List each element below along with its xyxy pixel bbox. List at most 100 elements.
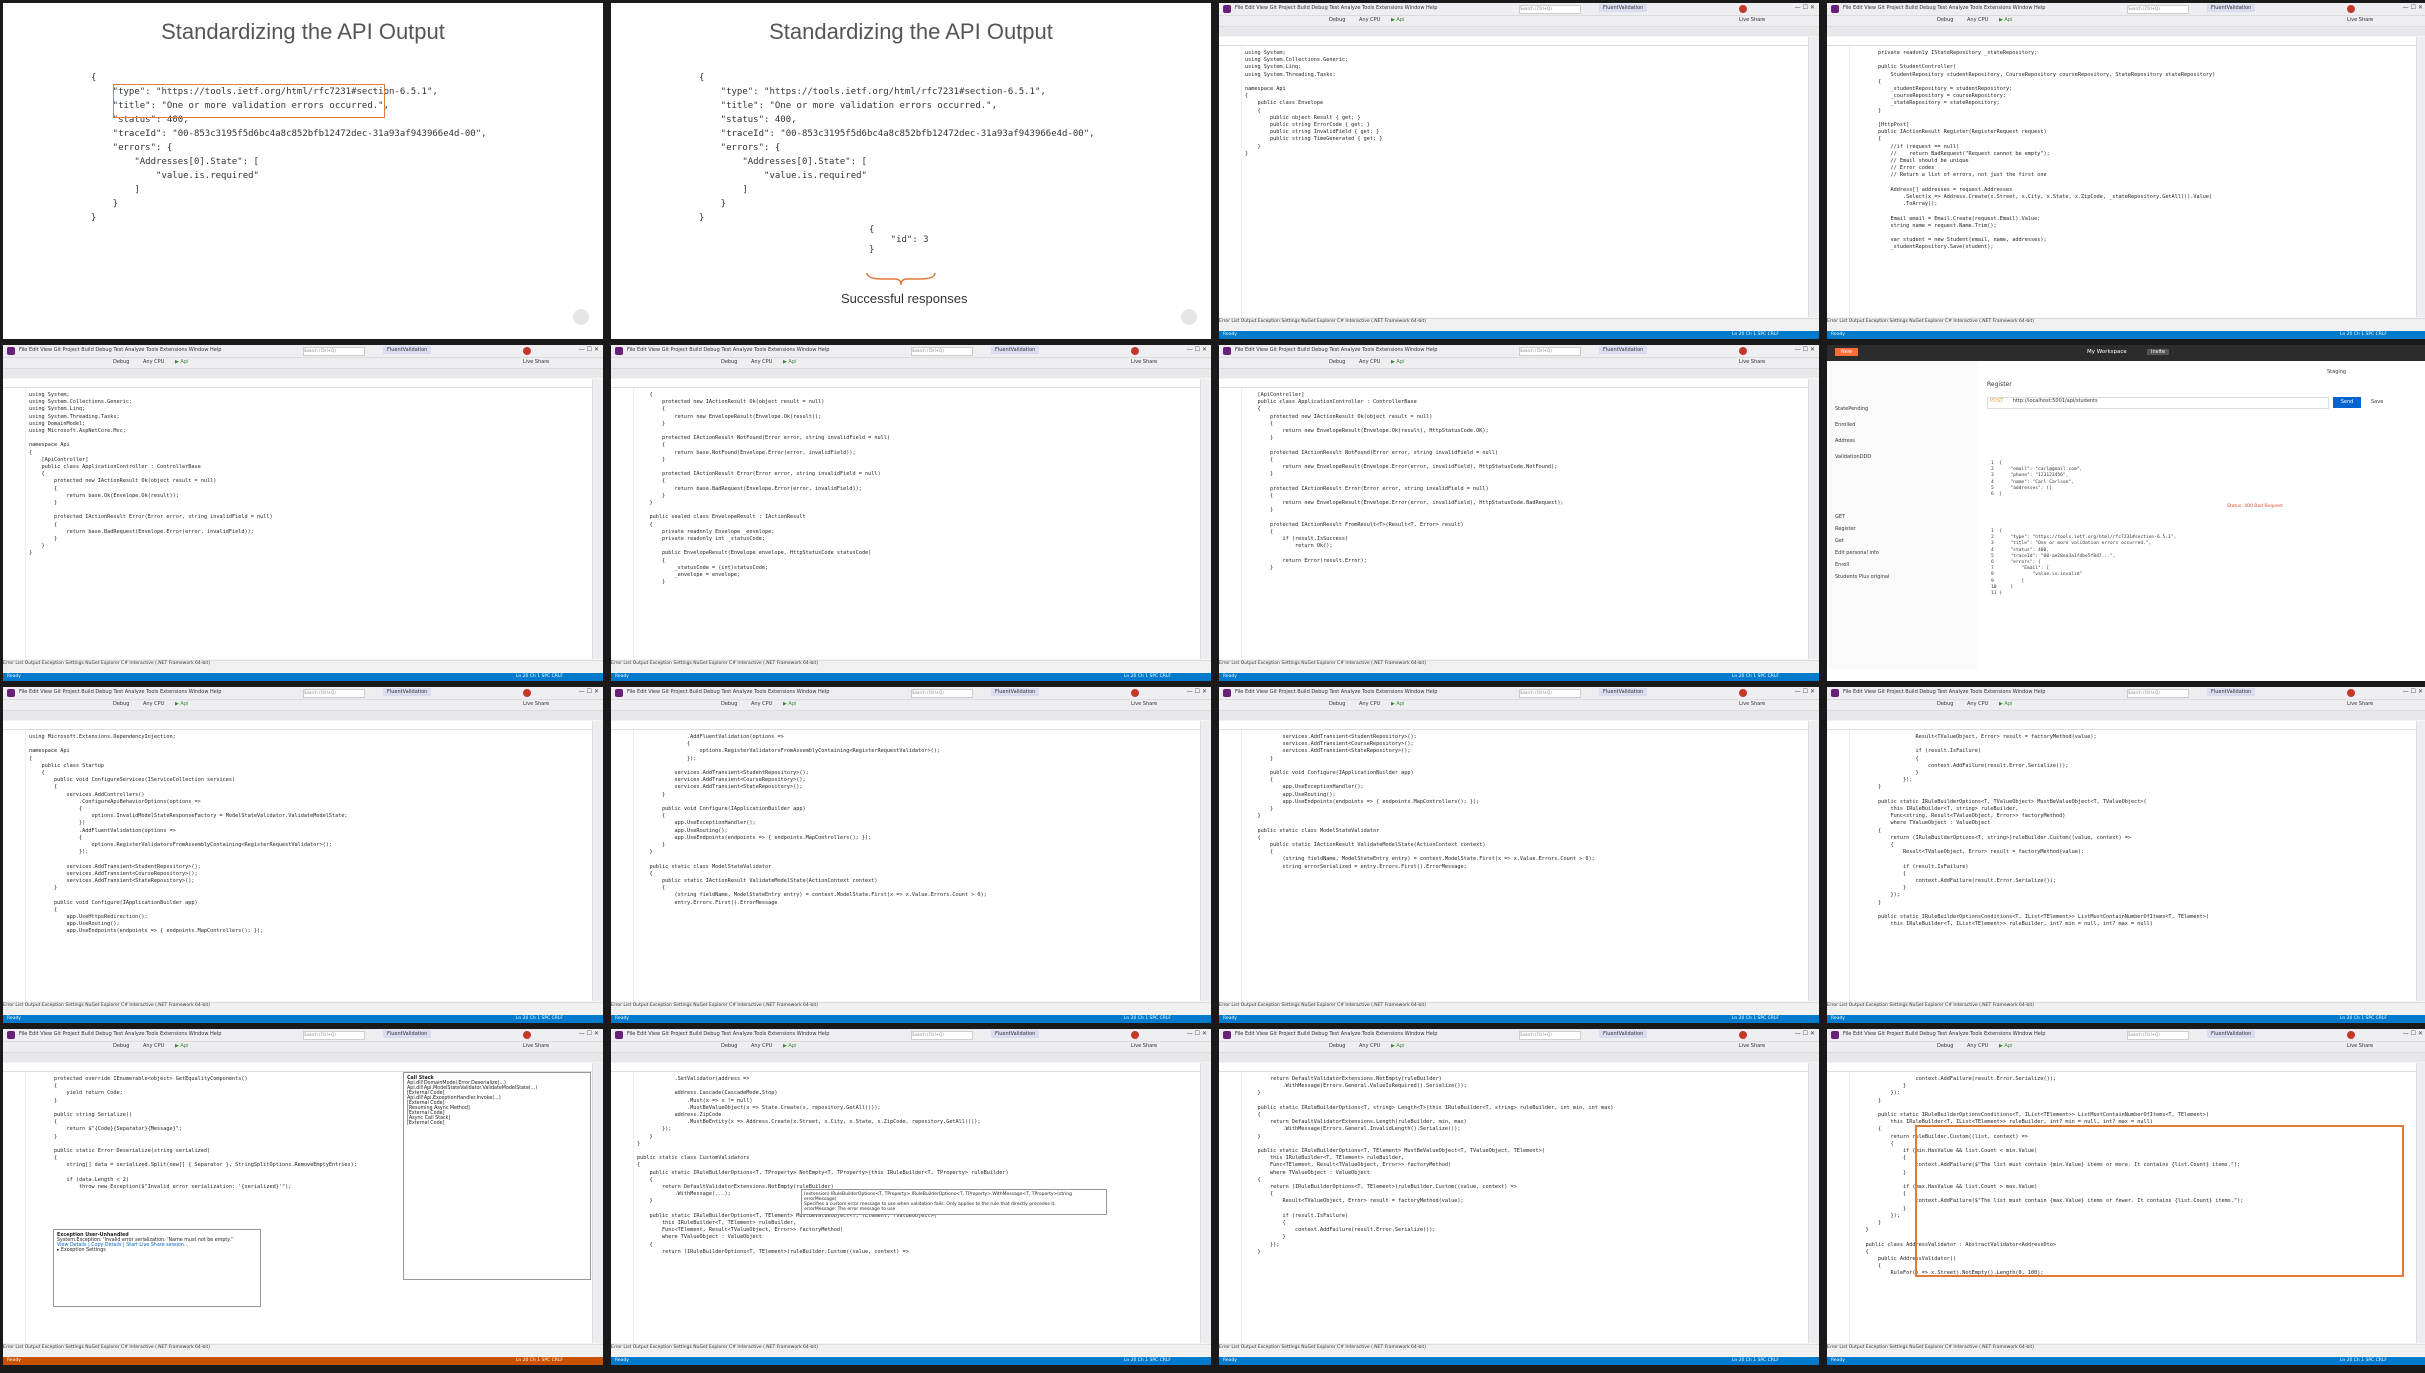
- navigation-bar[interactable]: [3, 721, 593, 730]
- solution-explorer-strip[interactable]: [1808, 37, 1819, 317]
- config-select[interactable]: Debug: [1329, 701, 1345, 707]
- user-avatar[interactable]: [523, 1031, 531, 1039]
- navigation-bar[interactable]: [611, 379, 1201, 388]
- user-avatar[interactable]: [2347, 689, 2355, 697]
- search-input[interactable]: Search (Ctrl+Q): [911, 689, 973, 698]
- code-editor[interactable]: Result<TValueObject, Error> result = fac…: [1827, 730, 2417, 1001]
- run-button[interactable]: ▶ Api: [1391, 17, 1404, 23]
- config-select[interactable]: Debug: [113, 359, 129, 365]
- output-tabs[interactable]: Error List Output Exception Settings NuG…: [611, 660, 1211, 672]
- history-item[interactable]: GET: [1835, 511, 1889, 523]
- config-select[interactable]: Debug: [1937, 701, 1953, 707]
- user-avatar[interactable]: [1131, 1031, 1139, 1039]
- window-controls[interactable]: — ☐ ✕: [2403, 4, 2423, 11]
- config-select[interactable]: Debug: [1329, 359, 1345, 365]
- output-tabs[interactable]: Error List Output Exception Settings NuG…: [3, 660, 603, 672]
- code-text[interactable]: { protected new IActionResult Ok(object …: [637, 392, 1197, 655]
- config-select[interactable]: Debug: [1329, 1043, 1345, 1049]
- live-share-button[interactable]: Live Share: [1131, 1043, 1157, 1049]
- platform-select[interactable]: Any CPU: [143, 359, 164, 365]
- user-avatar[interactable]: [2347, 1031, 2355, 1039]
- platform-select[interactable]: Any CPU: [1359, 359, 1380, 365]
- window-controls[interactable]: — ☐ ✕: [1795, 688, 1815, 695]
- code-text[interactable]: .AddFluentValidation(options => { option…: [637, 734, 1197, 997]
- navigation-bar[interactable]: [1219, 379, 1809, 388]
- menu-bar[interactable]: File Edit View Git Project Build Debug T…: [627, 347, 829, 353]
- window-controls[interactable]: — ☐ ✕: [579, 688, 599, 695]
- platform-select[interactable]: Any CPU: [143, 701, 164, 707]
- code-editor[interactable]: using System; using System.Collections.G…: [3, 388, 593, 659]
- search-input[interactable]: Search (Ctrl+Q): [303, 1031, 365, 1040]
- code-editor[interactable]: private readonly IStateRepository _state…: [1827, 46, 2417, 317]
- output-tabs[interactable]: Error List Output Exception Settings NuG…: [3, 1002, 603, 1014]
- solution-explorer-strip[interactable]: [2416, 721, 2425, 1001]
- solution-explorer-strip[interactable]: [1200, 379, 1211, 659]
- user-avatar[interactable]: [1739, 689, 1747, 697]
- solution-explorer-strip[interactable]: [2416, 1063, 2425, 1343]
- window-controls[interactable]: — ☐ ✕: [2403, 688, 2423, 695]
- solution-explorer-strip[interactable]: [592, 1063, 603, 1343]
- window-controls[interactable]: — ☐ ✕: [579, 1030, 599, 1037]
- search-input[interactable]: Search (Ctrl+Q): [1519, 689, 1581, 698]
- menu-bar[interactable]: File Edit View Git Project Build Debug T…: [627, 689, 829, 695]
- navigation-bar[interactable]: [3, 1063, 593, 1072]
- code-text[interactable]: using System; using System.Collections.G…: [29, 392, 589, 655]
- code-editor[interactable]: using System; using System.Collections.G…: [1219, 46, 1809, 317]
- user-avatar[interactable]: [1739, 1031, 1747, 1039]
- output-tabs[interactable]: Error List Output Exception Settings NuG…: [1219, 1002, 1819, 1014]
- platform-select[interactable]: Any CPU: [1967, 17, 1988, 23]
- solution-explorer-strip[interactable]: [1200, 1063, 1211, 1343]
- output-tabs[interactable]: Error List Output Exception Settings NuG…: [1219, 1344, 1819, 1356]
- search-input[interactable]: Search (Ctrl+Q): [303, 347, 365, 356]
- collection-item[interactable]: ValidationDDD: [1835, 449, 1871, 465]
- code-editor[interactable]: using Microsoft.Extensions.DependencyInj…: [3, 730, 593, 1001]
- platform-select[interactable]: Any CPU: [1967, 1043, 1988, 1049]
- run-button[interactable]: ▶ Api: [1999, 17, 2012, 23]
- code-text[interactable]: Result<TValueObject, Error> result = fac…: [1853, 734, 2413, 997]
- exception-settings[interactable]: ▸ Exception Settings: [57, 1248, 257, 1253]
- request-body-editor[interactable]: 1 { 2 "email": "carl@gmail.com", 3 "phon…: [1991, 461, 2082, 498]
- run-button[interactable]: ▶ Api: [1391, 359, 1404, 365]
- user-avatar[interactable]: [1739, 5, 1747, 13]
- menu-bar[interactable]: File Edit View Git Project Build Debug T…: [1235, 347, 1437, 353]
- live-share-button[interactable]: Live Share: [1131, 359, 1157, 365]
- search-input[interactable]: Search (Ctrl+Q): [2127, 1031, 2189, 1040]
- menu-bar[interactable]: File Edit View Git Project Build Debug T…: [1843, 5, 2045, 11]
- code-text[interactable]: using Microsoft.Extensions.DependencyInj…: [29, 734, 589, 997]
- history-item[interactable]: Students Plus original: [1835, 571, 1889, 583]
- workspace-selector[interactable]: My Workspace: [2087, 349, 2127, 355]
- menu-bar[interactable]: File Edit View Git Project Build Debug T…: [19, 1031, 221, 1037]
- run-button[interactable]: ▶ Api: [783, 1043, 796, 1049]
- live-share-button[interactable]: Live Share: [1739, 359, 1765, 365]
- config-select[interactable]: Debug: [1937, 1043, 1953, 1049]
- output-tabs[interactable]: Error List Output Exception Settings NuG…: [611, 1002, 1211, 1014]
- code-editor[interactable]: .AddFluentValidation(options => { option…: [611, 730, 1201, 1001]
- run-button[interactable]: ▶ Api: [1999, 701, 2012, 707]
- code-text[interactable]: using System; using System.Collections.G…: [1245, 50, 1805, 313]
- solution-explorer-strip[interactable]: [2416, 37, 2425, 317]
- live-share-button[interactable]: Live Share: [523, 359, 549, 365]
- navigation-bar[interactable]: [1827, 721, 2417, 730]
- search-input[interactable]: Search (Ctrl+Q): [1519, 1031, 1581, 1040]
- run-button[interactable]: ▶ Api: [1391, 701, 1404, 707]
- menu-bar[interactable]: File Edit View Git Project Build Debug T…: [627, 1031, 829, 1037]
- search-input[interactable]: Search (Ctrl+Q): [911, 347, 973, 356]
- code-editor[interactable]: return DefaultValidatorExtensions.NotEmp…: [1219, 1072, 1809, 1343]
- output-tabs[interactable]: Error List Output Exception Settings NuG…: [1827, 318, 2425, 330]
- live-share-button[interactable]: Live Share: [523, 701, 549, 707]
- search-input[interactable]: Search (Ctrl+Q): [303, 689, 365, 698]
- run-button[interactable]: ▶ Api: [783, 359, 796, 365]
- collection-item[interactable]: StatePending: [1835, 401, 1871, 417]
- navigation-bar[interactable]: [1219, 721, 1809, 730]
- solution-explorer-strip[interactable]: [592, 721, 603, 1001]
- user-avatar[interactable]: [1131, 347, 1139, 355]
- environment-selector[interactable]: Staging: [2327, 369, 2346, 375]
- window-controls[interactable]: — ☐ ✕: [2403, 1030, 2423, 1037]
- code-editor[interactable]: [ApiController] public class Application…: [1219, 388, 1809, 659]
- solution-explorer-strip[interactable]: [1808, 379, 1819, 659]
- run-button[interactable]: ▶ Api: [1999, 1043, 2012, 1049]
- menu-bar[interactable]: File Edit View Git Project Build Debug T…: [19, 347, 221, 353]
- platform-select[interactable]: Any CPU: [1359, 701, 1380, 707]
- solution-explorer-strip[interactable]: [1808, 1063, 1819, 1343]
- menu-bar[interactable]: File Edit View Git Project Build Debug T…: [1235, 5, 1437, 11]
